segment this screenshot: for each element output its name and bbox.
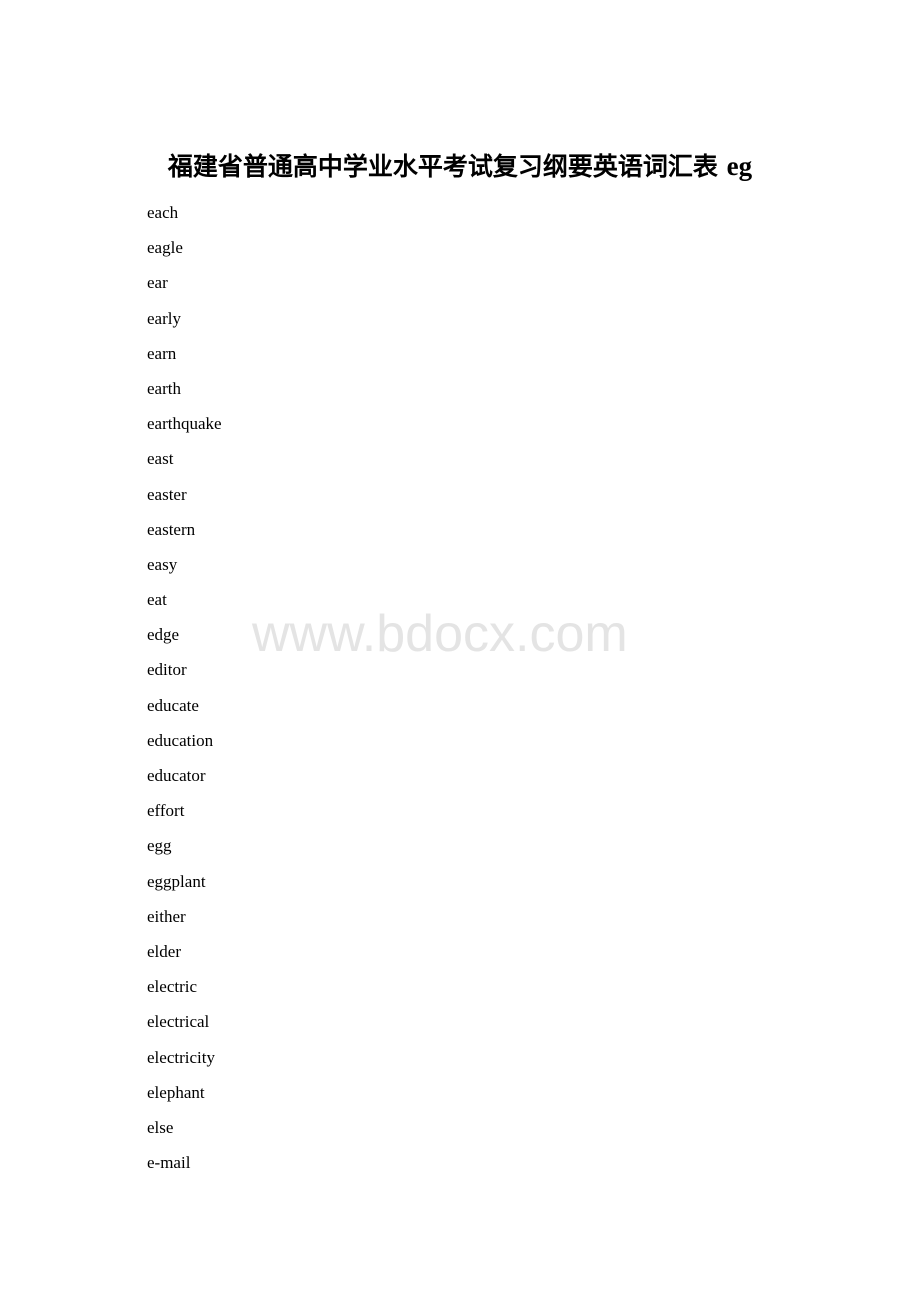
word-item: educator xyxy=(147,766,206,785)
document-page: 福建省普通高中学业水平考试复习纲要英语词汇表 eg each eagle ear ea… xyxy=(0,0,920,1302)
watermark: www.bdocx.com xyxy=(252,605,628,663)
word-item: elephant xyxy=(147,1082,205,1102)
word-item: edge xyxy=(147,625,180,645)
word-item: elder xyxy=(147,941,181,961)
word-item: else xyxy=(147,1117,174,1137)
word-item: eastern xyxy=(147,519,196,539)
word-list: each eagle ear early earn earth earthquake east… xyxy=(147,199,222,1184)
word-item: eat xyxy=(147,590,167,610)
word-item: earthquake xyxy=(147,414,222,434)
word-item: electrical xyxy=(147,1012,210,1032)
word-item: egg xyxy=(147,836,172,856)
word-item: earn xyxy=(147,343,177,363)
word-item: electric xyxy=(147,977,198,997)
title-chinese: 福建省普通高中学业水平考试复习纲要英语词汇表 xyxy=(167,152,718,181)
word-item: effort xyxy=(147,801,185,821)
word-item: education xyxy=(147,730,214,750)
word-item: earth xyxy=(147,378,181,398)
word-item: e-mail xyxy=(147,1153,191,1173)
word-item: easter xyxy=(147,484,187,504)
word-item: ear xyxy=(147,273,168,293)
word-item: either xyxy=(147,906,186,926)
title-suffix: eg xyxy=(726,151,753,181)
word-item: educate xyxy=(147,695,199,715)
word-item: eggplant xyxy=(147,871,206,891)
page-title: 福建省普通高中学业水平考试复习纲要英语词汇表 eg xyxy=(0,146,920,187)
word-item: editor xyxy=(147,660,187,680)
word-item: early xyxy=(147,308,181,328)
word-item: east xyxy=(147,449,174,469)
word-item: electricity xyxy=(147,1047,215,1067)
word-item: each xyxy=(147,203,179,222)
word-item: eagle xyxy=(147,238,183,258)
word-item: easy xyxy=(147,554,178,574)
